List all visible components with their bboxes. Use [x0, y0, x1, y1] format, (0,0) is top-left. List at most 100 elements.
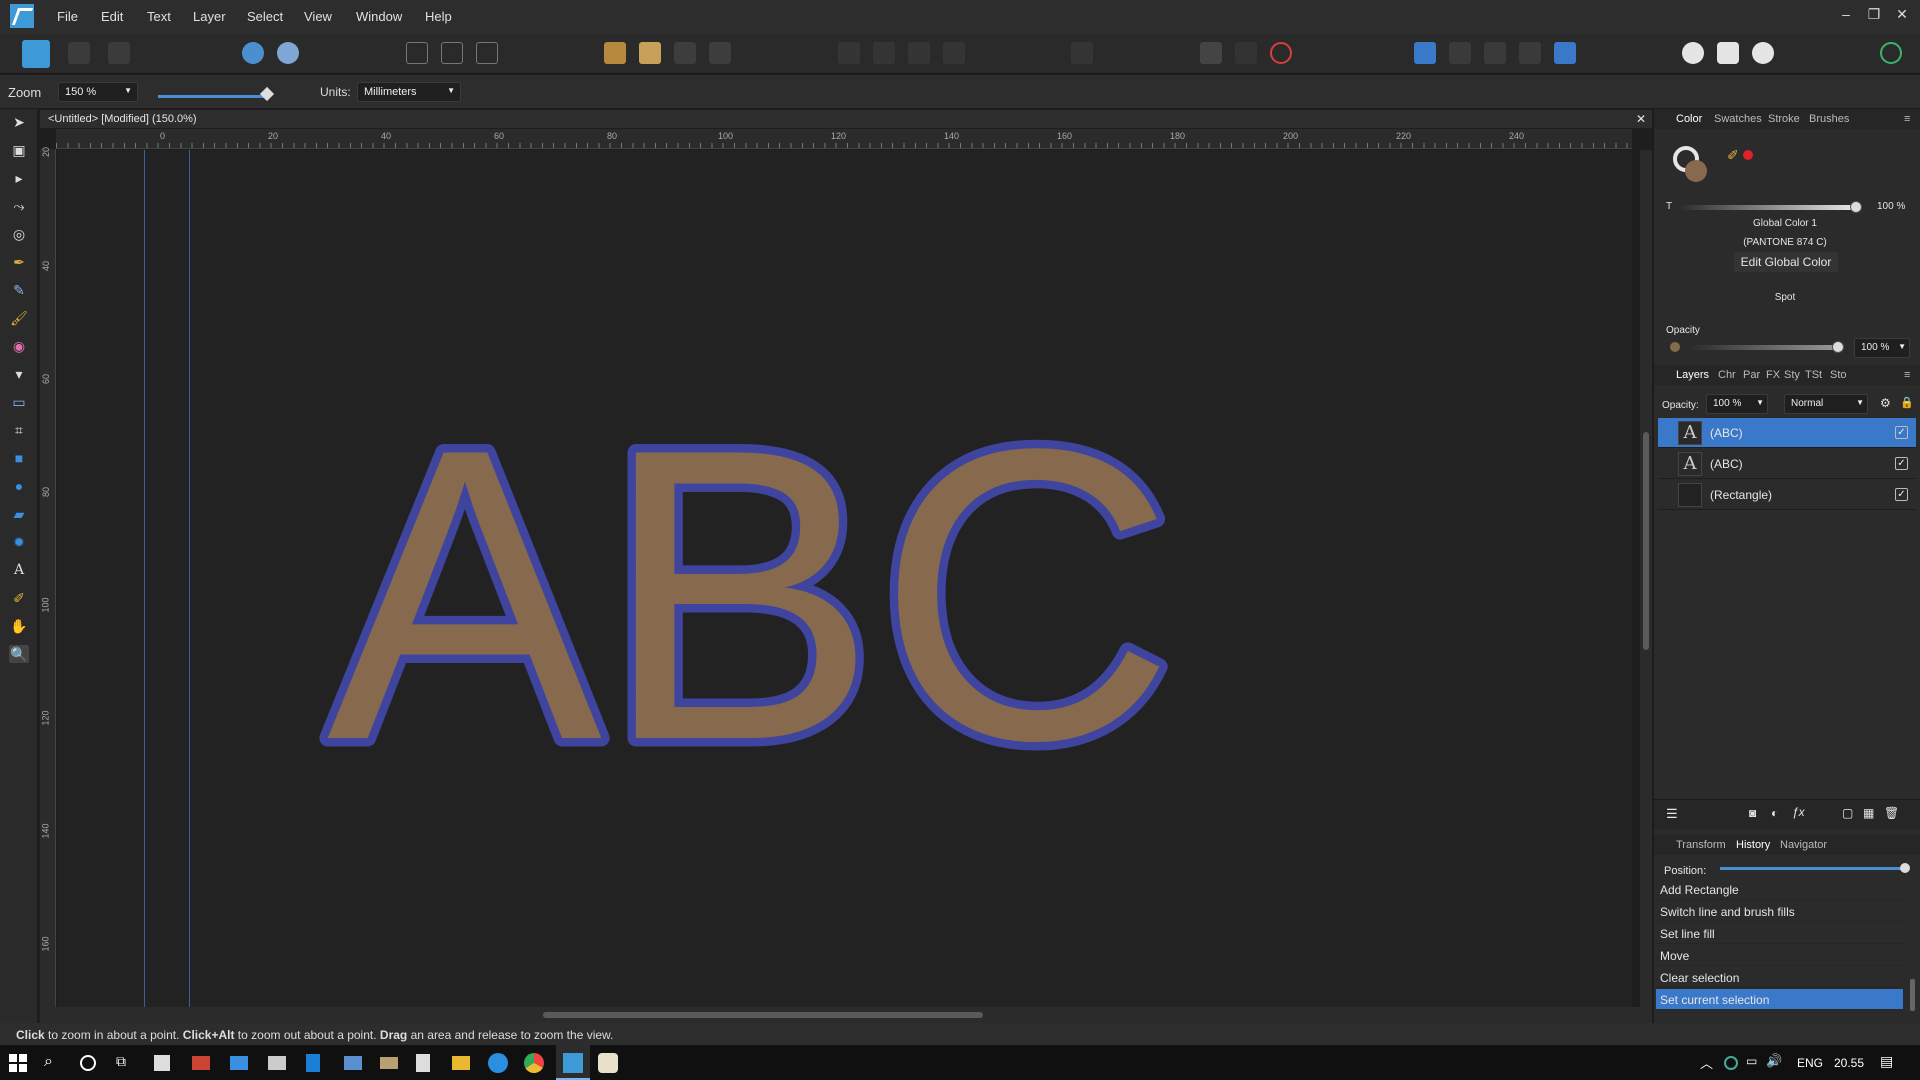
hand-tool-icon[interactable]: ✋ — [9, 617, 29, 635]
new-layer-icon[interactable]: ▢ — [1842, 806, 1853, 820]
app-icon[interactable] — [268, 1056, 286, 1070]
app-icon[interactable] — [306, 1054, 320, 1072]
crop-tool-icon[interactable]: ⌗ — [9, 421, 29, 439]
tab-stroke[interactable]: Stroke — [1768, 113, 1800, 125]
menu-layer[interactable]: Layer — [193, 9, 226, 24]
pen-tool-icon[interactable]: ✒ — [9, 253, 29, 271]
layer-row[interactable]: A (ABC) ✓ — [1658, 418, 1916, 448]
history-scrollbar[interactable] — [1910, 979, 1915, 1011]
align-icon[interactable] — [406, 42, 428, 64]
network-icon[interactable]: ▭ — [1746, 1054, 1757, 1068]
tab-brushes[interactable]: Brushes — [1809, 113, 1849, 125]
opacity-slider[interactable] — [1688, 345, 1838, 350]
arrange-front-icon[interactable] — [674, 42, 696, 64]
eyedropper-icon[interactable]: ✐ — [1727, 147, 1739, 164]
restore-button[interactable]: ❐ — [1864, 6, 1884, 23]
language-indicator[interactable]: ENG — [1797, 1056, 1823, 1070]
close-window-button[interactable]: ✕ — [1892, 6, 1912, 23]
tab-paragraph[interactable]: Par — [1743, 369, 1760, 381]
vertical-scrollbar[interactable] — [1640, 150, 1652, 1007]
account-icon[interactable] — [1880, 42, 1902, 64]
taskbar-designer-active[interactable] — [556, 1045, 590, 1080]
app-logo-icon[interactable] — [10, 4, 34, 28]
task-view-icon[interactable]: ⧉ — [116, 1053, 136, 1073]
visibility-checkbox[interactable]: ✓ — [1895, 457, 1908, 470]
opacity-field[interactable]: 100 % ▼ — [1854, 338, 1910, 358]
grid-icon[interactable] — [1200, 42, 1222, 64]
designer-persona-icon[interactable] — [22, 40, 50, 68]
tab-text-styles[interactable]: TSt — [1805, 369, 1822, 381]
panel-menu-icon[interactable]: ≡ — [1904, 113, 1910, 125]
tab-fx[interactable]: FX — [1766, 369, 1780, 381]
xor-icon[interactable] — [1519, 42, 1541, 64]
opacity-slider-handle[interactable] — [1832, 341, 1844, 353]
move-tool-icon[interactable]: ➤ — [9, 113, 29, 131]
vertical-scroll-thumb[interactable] — [1643, 432, 1649, 650]
zoom-slider-handle[interactable] — [259, 86, 275, 102]
lock-icon[interactable]: 🔒 — [1900, 396, 1914, 409]
tab-navigator[interactable]: Navigator — [1780, 839, 1827, 851]
mail-icon[interactable] — [230, 1056, 248, 1070]
layer-opacity-field[interactable]: 100 % ▼ — [1706, 394, 1768, 414]
pixel-persona-icon[interactable] — [68, 42, 90, 64]
place-image-icon[interactable]: ▭ — [9, 393, 29, 411]
assistant-icon[interactable] — [242, 42, 264, 64]
tab-stock[interactable]: Sto — [1830, 369, 1847, 381]
distribute-icon[interactable] — [441, 42, 463, 64]
mask-icon[interactable]: ◙ — [1749, 806, 1756, 820]
tint-slider[interactable] — [1678, 205, 1856, 210]
fx-icon[interactable]: ƒx — [1792, 805, 1805, 819]
clock[interactable]: 20.55 — [1834, 1056, 1864, 1070]
none-color-icon[interactable] — [1743, 150, 1753, 160]
app-icon[interactable] — [380, 1057, 398, 1069]
tray-chevron-icon[interactable]: ︿ — [1700, 1053, 1713, 1072]
baseline-icon[interactable] — [1071, 42, 1093, 64]
menu-select[interactable]: Select — [247, 9, 283, 24]
insert-behind-icon[interactable] — [1717, 42, 1739, 64]
preferences-icon[interactable] — [277, 42, 299, 64]
pencil-tool-icon[interactable]: ✎ — [9, 281, 29, 299]
tab-layers[interactable]: Layers — [1676, 369, 1709, 381]
paint-icon[interactable] — [598, 1053, 618, 1073]
layer-settings-icon[interactable]: ⚙ — [1880, 396, 1891, 410]
menu-window[interactable]: Window — [356, 9, 402, 24]
text-tool-icon[interactable]: A — [9, 561, 29, 579]
delete-layer-icon[interactable]: 🗑 — [1884, 806, 1899, 820]
visibility-checkbox[interactable]: ✓ — [1895, 426, 1908, 439]
vector-brush-icon[interactable]: 🖌 — [9, 309, 29, 327]
tab-color[interactable]: Color — [1676, 113, 1702, 125]
store-icon[interactable] — [154, 1055, 170, 1071]
history-item[interactable]: Move — [1656, 945, 1903, 966]
menu-edit[interactable]: Edit — [101, 9, 123, 24]
artboard-tool-icon[interactable]: ▣ — [9, 141, 29, 159]
tab-styles[interactable]: Sty — [1784, 369, 1800, 381]
document-tab[interactable]: <Untitled> [Modified] (150.0%) ✕ — [40, 110, 1652, 128]
zoom-field[interactable]: 150 % ▼ — [58, 82, 138, 102]
horizontal-scroll-thumb[interactable] — [543, 1012, 983, 1018]
arrange-top-icon[interactable] — [709, 42, 731, 64]
rectangle-tool-icon[interactable]: ■ — [9, 449, 29, 467]
menu-view[interactable]: View — [304, 9, 332, 24]
tab-swatches[interactable]: Swatches — [1714, 113, 1762, 125]
snap-options-icon[interactable] — [1235, 42, 1257, 64]
subtract-icon[interactable] — [1449, 42, 1471, 64]
history-item[interactable]: Add Rectangle — [1656, 879, 1903, 900]
minimize-button[interactable]: – — [1836, 6, 1856, 22]
file-explorer-icon[interactable] — [452, 1056, 470, 1070]
fill-swatch[interactable] — [1685, 160, 1707, 182]
flip-horizontal-icon[interactable] — [838, 42, 860, 64]
blend-mode-dropdown[interactable]: Normal ▼ — [1784, 394, 1868, 414]
units-dropdown[interactable]: Millimeters ▼ — [357, 82, 461, 102]
layer-row[interactable]: (Rectangle) ✓ — [1658, 480, 1916, 510]
history-position-handle[interactable] — [1900, 863, 1910, 873]
search-icon[interactable]: ⌕ — [44, 1053, 64, 1073]
menu-help[interactable]: Help — [425, 9, 452, 24]
volume-icon[interactable]: 🔊 — [1766, 1053, 1782, 1069]
add-icon[interactable] — [1414, 42, 1436, 64]
menu-file[interactable]: File — [57, 9, 78, 24]
transform-icon[interactable] — [476, 42, 498, 64]
corner-tool-icon[interactable]: ◎ — [9, 225, 29, 243]
rounded-rect-tool-icon[interactable]: ▰ — [9, 505, 29, 523]
history-item[interactable]: Switch line and brush fills — [1656, 901, 1903, 922]
point-transform-icon[interactable]: ⤳ — [9, 197, 29, 215]
